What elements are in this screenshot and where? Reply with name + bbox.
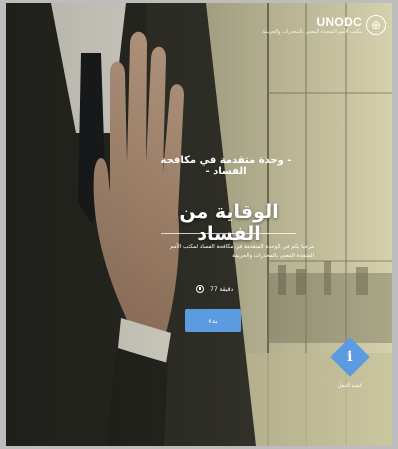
brand-subtitle: مكتب الأمم المتحدة المعني بالمخدرات والج… xyxy=(262,29,362,35)
navigation-help-label: كيفية التنقل xyxy=(337,383,363,389)
un-emblem-icon: ⊕ xyxy=(366,15,386,35)
clock-icon xyxy=(196,285,204,293)
navigation-help[interactable]: i كيفية التنقل xyxy=(330,337,370,389)
title-divider xyxy=(161,233,296,234)
module-duration: دقيقة 77 xyxy=(196,285,233,293)
course-intro-screen: ⊕ UNODC مكتب الأمم المتحدة المعني بالمخد… xyxy=(6,3,392,446)
info-icon[interactable]: i xyxy=(330,337,370,377)
info-glyph: i xyxy=(347,348,353,365)
brand-name: UNODC xyxy=(316,15,362,29)
module-title: الوقاية من الفساد xyxy=(179,201,279,245)
module-tagline: - وحدة متقدمة في مكافحة الفساد - xyxy=(160,155,292,177)
module-description: مرحبا بكم في الوحدة المتقدمة في مكافحة ا… xyxy=(170,244,314,259)
duration-text: دقيقة 77 xyxy=(210,285,234,293)
start-button[interactable]: بدء xyxy=(185,309,241,332)
unodc-logo[interactable]: ⊕ UNODC مكتب الأمم المتحدة المعني بالمخد… xyxy=(262,15,386,35)
